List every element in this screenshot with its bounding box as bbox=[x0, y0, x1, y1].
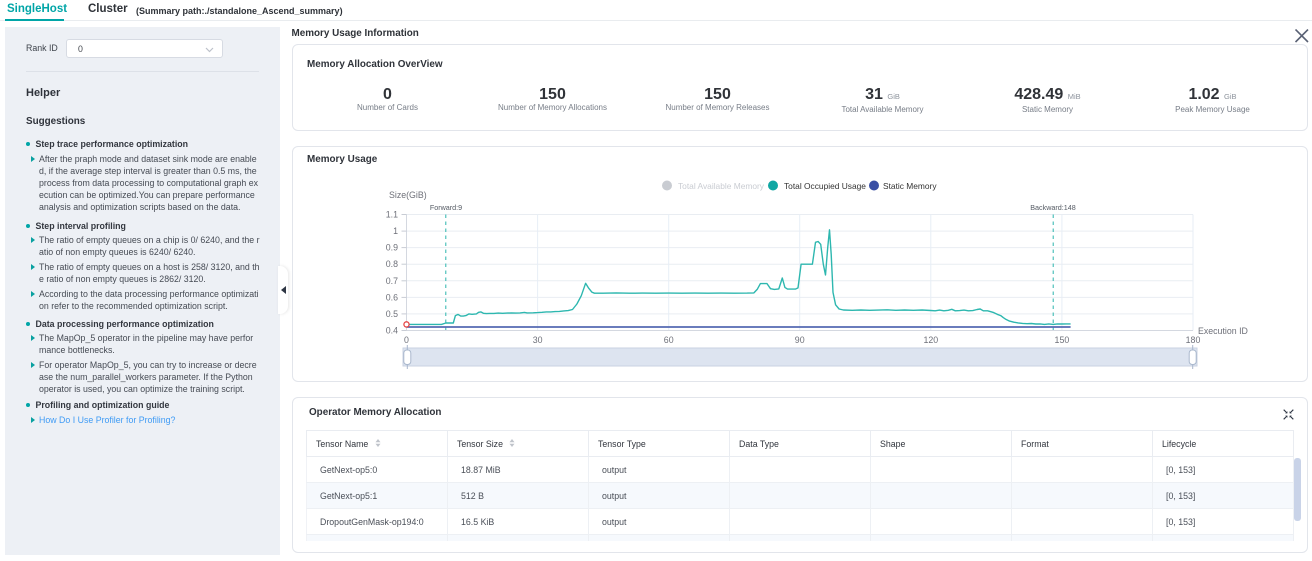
svg-text:30: 30 bbox=[533, 335, 543, 345]
svg-text:1.1: 1.1 bbox=[386, 210, 398, 220]
svg-text:1: 1 bbox=[393, 226, 398, 236]
svg-text:Backward:148: Backward:148 bbox=[1030, 203, 1076, 212]
svg-text:0.7: 0.7 bbox=[386, 276, 398, 286]
svg-text:Forward:9: Forward:9 bbox=[430, 203, 462, 212]
svg-text:0: 0 bbox=[404, 335, 409, 345]
svg-text:180: 180 bbox=[1186, 335, 1201, 345]
svg-text:Total Occupied Usage: Total Occupied Usage bbox=[784, 181, 866, 191]
svg-text:0.4: 0.4 bbox=[386, 326, 398, 336]
svg-text:60: 60 bbox=[664, 335, 674, 345]
svg-text:Total Available Memory: Total Available Memory bbox=[678, 181, 765, 191]
svg-text:150: 150 bbox=[1055, 335, 1070, 345]
svg-text:0.5: 0.5 bbox=[386, 309, 398, 319]
svg-text:0.9: 0.9 bbox=[386, 243, 398, 253]
svg-text:0.6: 0.6 bbox=[386, 292, 398, 302]
svg-text:Static Memory: Static Memory bbox=[883, 181, 937, 191]
svg-text:120: 120 bbox=[923, 335, 938, 345]
svg-text:0.8: 0.8 bbox=[386, 259, 398, 269]
svg-text:Size(GiB): Size(GiB) bbox=[389, 190, 427, 200]
svg-text:Execution ID: Execution ID bbox=[1198, 326, 1248, 336]
svg-text:90: 90 bbox=[795, 335, 805, 345]
